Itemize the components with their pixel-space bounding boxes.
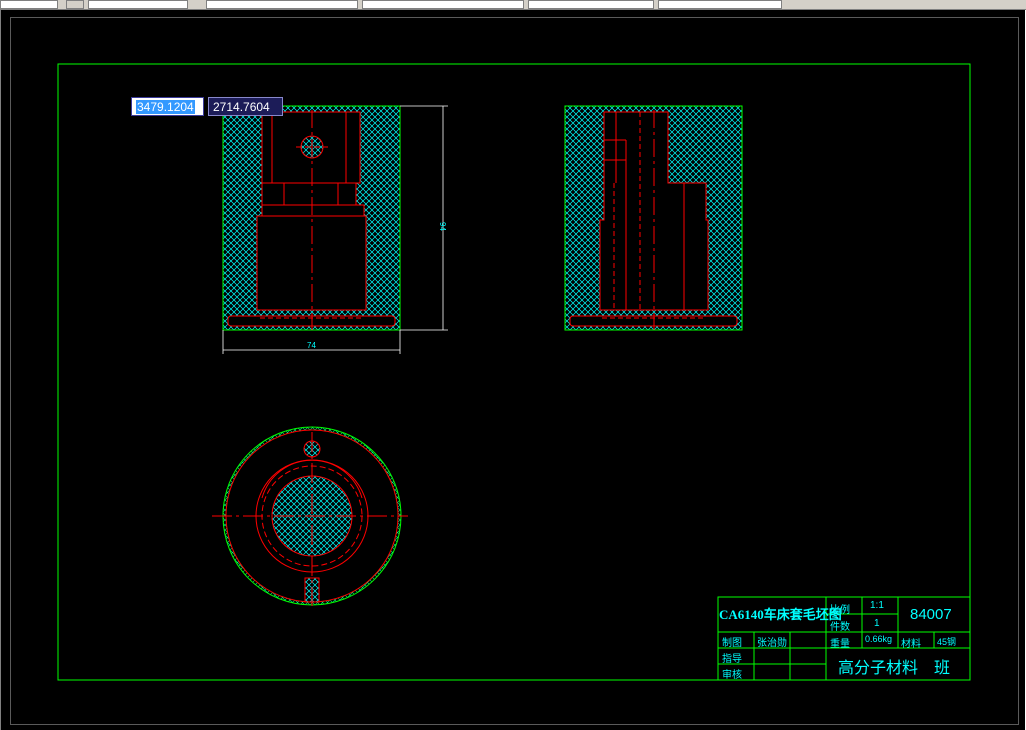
title-block-count-value: 1 bbox=[874, 618, 880, 629]
title-block-material-label: 材料 bbox=[901, 639, 921, 650]
dynamic-input-x-field[interactable]: 3479.1204 bbox=[131, 97, 204, 116]
title-block-drawing-title: CA6140车床套毛坯图 bbox=[719, 607, 842, 622]
dynamic-input-x-value: 3479.1204 bbox=[136, 100, 195, 114]
title-block-review-label: 审核 bbox=[722, 670, 742, 681]
title-block-count-label: 件数 bbox=[830, 622, 850, 633]
top-view bbox=[212, 426, 408, 606]
height-dim-text: 94 bbox=[438, 222, 447, 231]
title-block-class-name: 高分子材料 班 bbox=[838, 660, 951, 677]
title-block-guide-label: 指导 bbox=[722, 654, 742, 665]
title-block-drawn-by-label: 制图 bbox=[722, 638, 742, 649]
title-block-scale-label: 比例 bbox=[830, 605, 850, 616]
title-block-drawn-by-value: 张治勋 bbox=[757, 638, 787, 649]
title-block-material-value: 45钢 bbox=[937, 637, 957, 647]
width-dim-text: 74 bbox=[307, 341, 316, 350]
title-block-scale-value: 1:1 bbox=[870, 600, 884, 611]
drawing-border bbox=[57, 63, 971, 681]
dynamic-input-y-field[interactable]: 2714.7604 bbox=[208, 97, 283, 116]
title-block-weight-value: 0.66kg bbox=[865, 634, 893, 644]
side-view bbox=[564, 105, 743, 331]
front-view: 94 74 bbox=[222, 105, 448, 354]
title-block-weight-label: 重量 bbox=[830, 639, 850, 650]
dynamic-input-y-value: 2714.7604 bbox=[213, 100, 270, 114]
title-block-drawing-number: 84007 bbox=[910, 606, 952, 623]
